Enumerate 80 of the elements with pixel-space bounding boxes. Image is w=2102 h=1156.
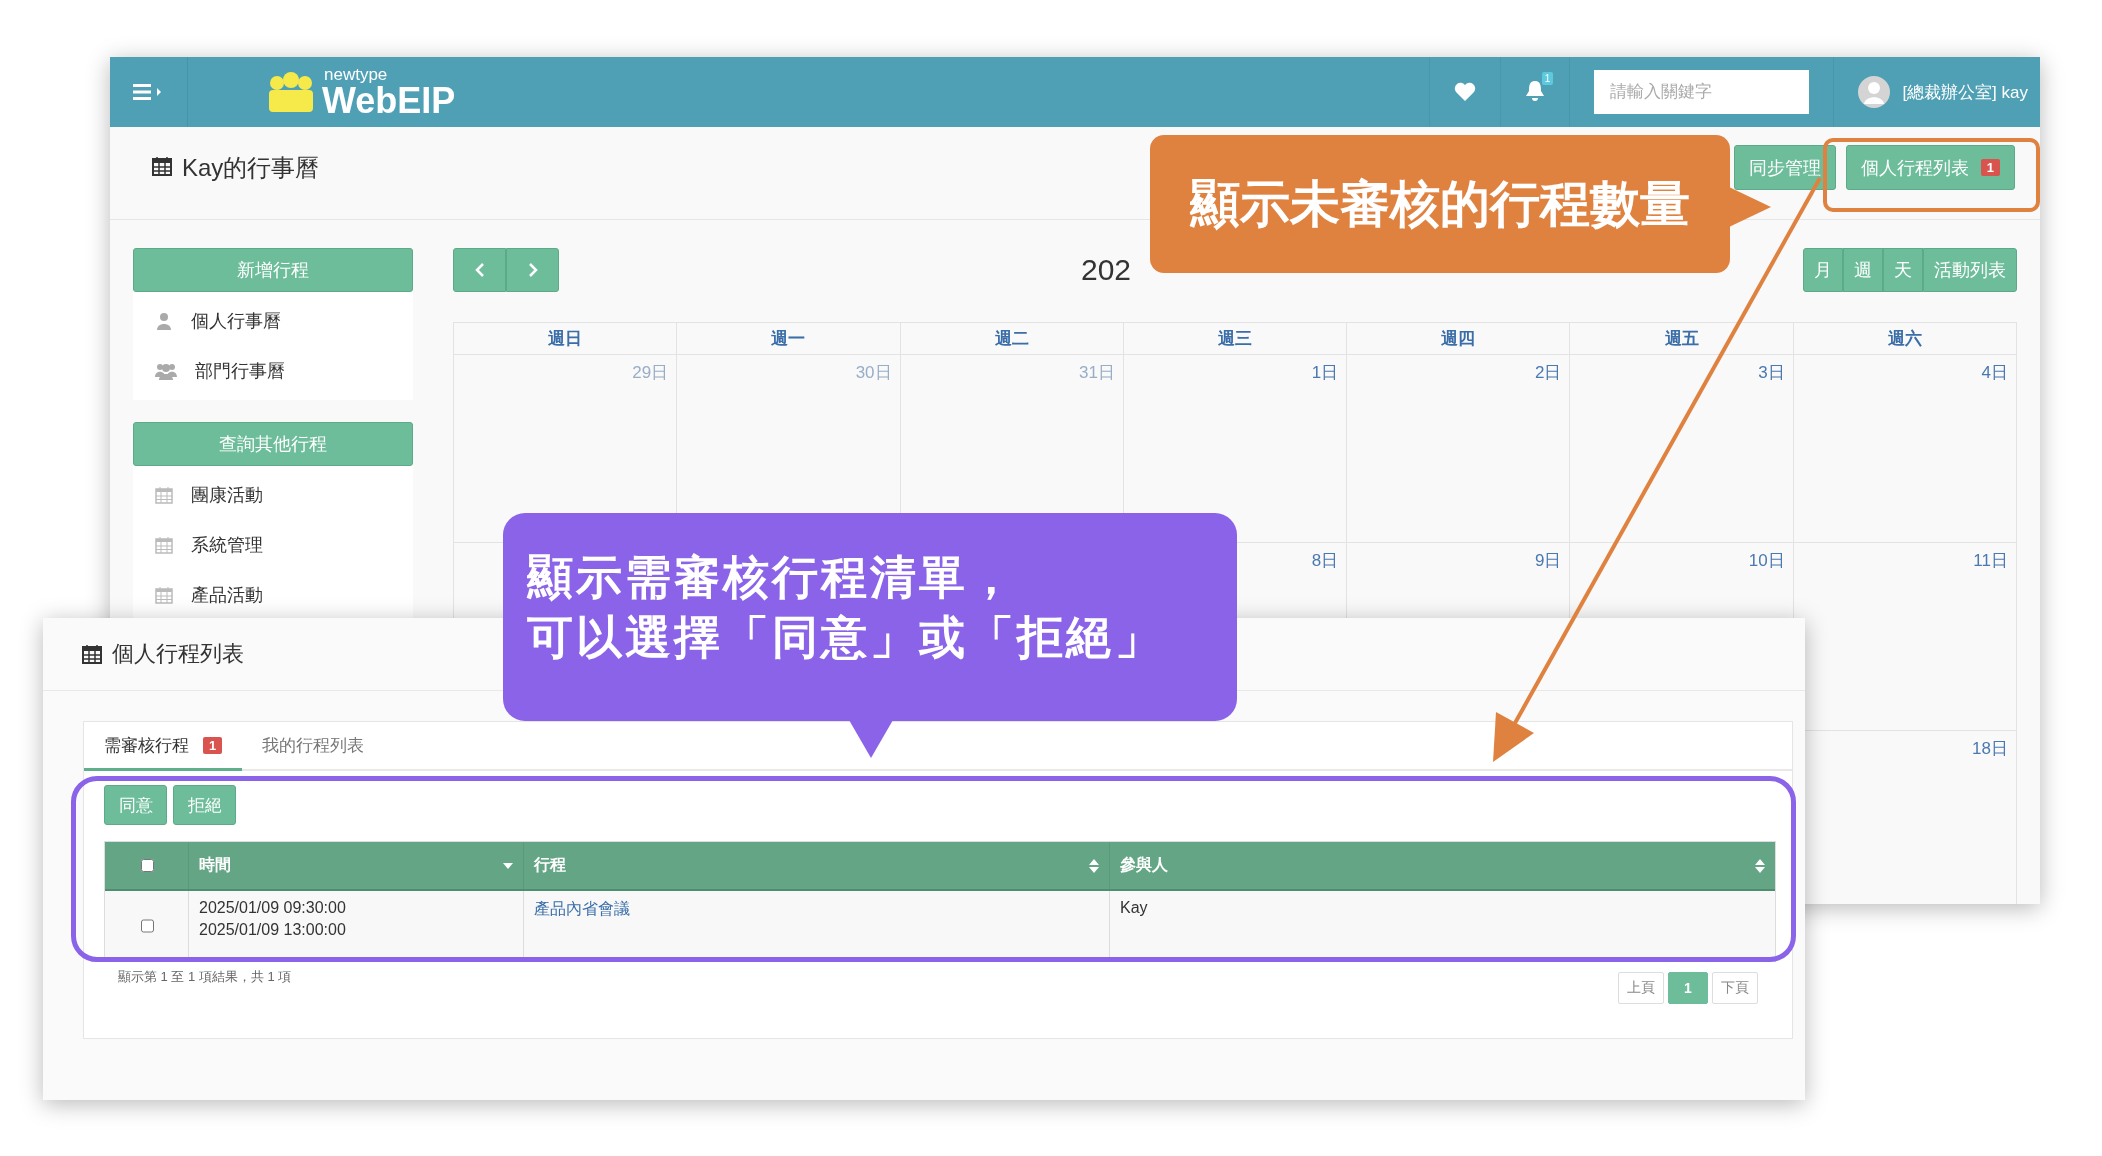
day-number: 2日 <box>1534 362 1562 384</box>
page-button[interactable]: 下頁 <box>1712 972 1758 1004</box>
group-icon <box>155 362 177 380</box>
weekday-header: 週四 <box>1441 329 1476 348</box>
next-button[interactable] <box>506 248 559 292</box>
table-cell: Kay <box>1120 899 1148 916</box>
calendar-icon <box>82 644 102 664</box>
day-number: 8日 <box>1311 550 1339 572</box>
search-field[interactable]: 請輸入關鍵字 <box>1594 70 1810 114</box>
calendar-icon <box>152 156 172 176</box>
callout-pointer <box>1729 187 1771 227</box>
sidebar-button[interactable]: 新增行程 <box>133 248 413 292</box>
sort-icon[interactable] <box>1755 858 1765 873</box>
day-number: 1日 <box>1311 362 1339 384</box>
logo-subtitle: newtype <box>324 65 389 83</box>
page-title: Kay的行事曆 <box>182 153 320 183</box>
day-number: 3日 <box>1758 362 1785 384</box>
person-icon <box>155 312 173 330</box>
sidebar-button[interactable]: 查詢其他行程 <box>133 422 413 466</box>
panel-title: 個人行程列表 <box>112 640 244 668</box>
count-badge: 1 <box>203 736 223 754</box>
calendar-title: 202 <box>1080 253 1132 286</box>
page-button[interactable]: 上頁 <box>1618 972 1664 1004</box>
calendar-icon <box>155 536 173 554</box>
heart-icon[interactable] <box>1454 82 1477 102</box>
people-logo-icon <box>268 72 314 112</box>
day-number: 4日 <box>1981 362 2008 384</box>
day-number: 18日 <box>1972 738 2008 760</box>
sidebar-item[interactable]: 個人行事曆 <box>191 309 281 333</box>
column-header[interactable]: 時間 <box>199 855 231 876</box>
bell-icon[interactable] <box>1525 78 1546 102</box>
notification-badge: 1 <box>1541 72 1554 85</box>
sidebar-item[interactable]: 系統管理 <box>191 533 263 557</box>
sidebar-item[interactable]: 團康活動 <box>191 483 263 507</box>
sidebar-item[interactable]: 部門行事曆 <box>195 359 285 383</box>
table-info: 顯示第 1 至 1 項結果，共 1 項 <box>118 968 292 986</box>
table-cell-text: 2025/01/09 13:00:00 <box>199 921 347 939</box>
calendar-icon <box>155 486 173 504</box>
calendar-icon <box>155 586 173 604</box>
day-number: 10日 <box>1748 550 1785 572</box>
select-all-checkbox[interactable] <box>140 859 154 872</box>
weekday-header: 週六 <box>1887 329 1922 348</box>
header-button[interactable]: 個人行程列表 1 <box>1845 145 2015 190</box>
day-number: 31日 <box>1078 362 1115 384</box>
user-name[interactable]: [總裁辦公室] kay <box>1902 80 2028 104</box>
previous-button[interactable] <box>453 248 506 292</box>
table-cell-text: 2025/01/09 09:30:00 <box>199 899 347 917</box>
view-button[interactable]: 月 <box>1803 248 1843 292</box>
callout: 顯示未審核的行程數量 <box>1150 135 1730 273</box>
page-button[interactable]: 1 <box>1668 972 1708 1004</box>
logo-title: WebEIP <box>322 82 456 119</box>
day-number: 29日 <box>632 362 669 384</box>
column-header[interactable]: 行程 <box>534 855 566 876</box>
chevron-right-icon <box>526 261 539 279</box>
view-button[interactable]: 活動列表 <box>1923 248 2017 292</box>
sort-descending-icon[interactable] <box>503 862 513 869</box>
sidebar-item[interactable]: 產品活動 <box>191 583 263 607</box>
day-number: 11日 <box>1973 550 2008 572</box>
weekday-header: 週三 <box>1218 329 1252 348</box>
chevron-left-icon <box>473 261 486 279</box>
view-button[interactable]: 天 <box>1883 248 1923 292</box>
weekday-header: 週日 <box>548 329 583 348</box>
day-number: 9日 <box>1534 550 1562 572</box>
event-link[interactable]: 產品內省會議 <box>534 900 630 917</box>
view-button[interactable]: 週 <box>1843 248 1883 292</box>
weekday-header: 週一 <box>771 329 806 348</box>
count-badge: 1 <box>1980 159 2000 176</box>
callout-pointer <box>849 720 893 758</box>
day-number: 30日 <box>855 362 892 384</box>
action-button[interactable]: 拒絕 <box>173 785 236 825</box>
weekday-header: 週五 <box>1664 329 1699 348</box>
header-button[interactable]: 同步管理 <box>1733 145 1836 190</box>
tab[interactable]: 我的行程列表 <box>242 722 385 771</box>
tab[interactable]: 需審核行程 1 <box>84 722 243 771</box>
weekday-header: 週二 <box>994 329 1029 348</box>
column-header[interactable]: 參與人 <box>1120 855 1168 876</box>
sort-icon[interactable] <box>1089 858 1099 873</box>
callout: 顯示需審核行程清單， 可以選擇「同意」或「拒絕」 <box>503 513 1237 721</box>
avatar-icon[interactable] <box>1858 76 1891 108</box>
action-button[interactable]: 同意 <box>104 785 167 825</box>
